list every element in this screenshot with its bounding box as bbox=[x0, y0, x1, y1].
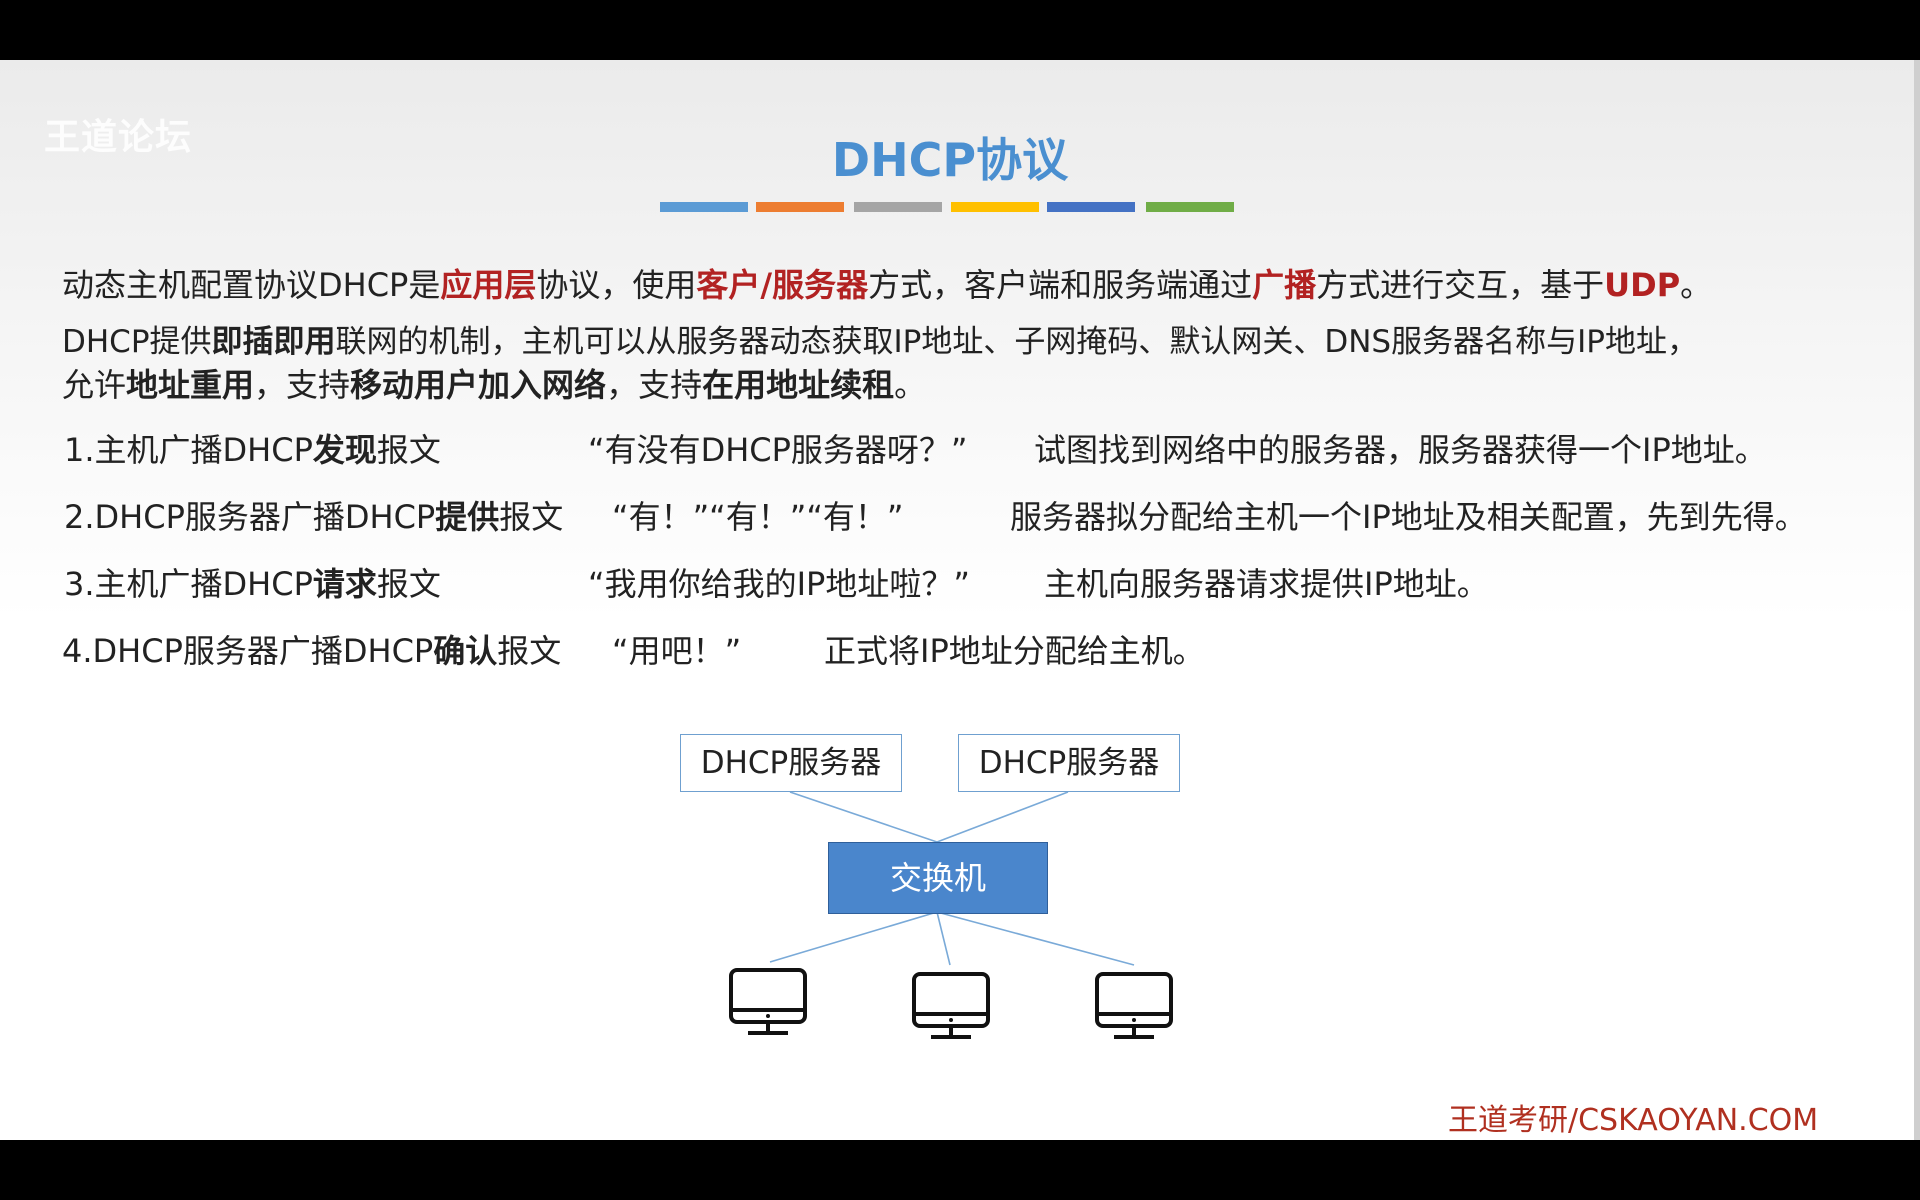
monitor-icon bbox=[729, 968, 807, 1035]
link-switch-host2 bbox=[936, 911, 951, 966]
link-server1-switch bbox=[789, 791, 938, 843]
link-server2-switch bbox=[936, 791, 1069, 843]
dhcp-server-1: DHCP服务器 bbox=[680, 734, 902, 792]
monitor-icon bbox=[1095, 972, 1173, 1039]
link-switch-host3 bbox=[936, 911, 1135, 966]
slide: 王道论坛 DHCP协议 动态主机配置协议DHCP是应用层协议，使用客户/服务器方… bbox=[0, 60, 1920, 1140]
link-switch-host1 bbox=[769, 911, 938, 963]
footer-brand: 王道考研/CSKAOYAN.COM bbox=[1448, 1103, 1819, 1138]
switch-node: 交换机 bbox=[828, 842, 1048, 914]
monitor-icon bbox=[912, 972, 990, 1039]
dhcp-server-2: DHCP服务器 bbox=[958, 734, 1180, 792]
